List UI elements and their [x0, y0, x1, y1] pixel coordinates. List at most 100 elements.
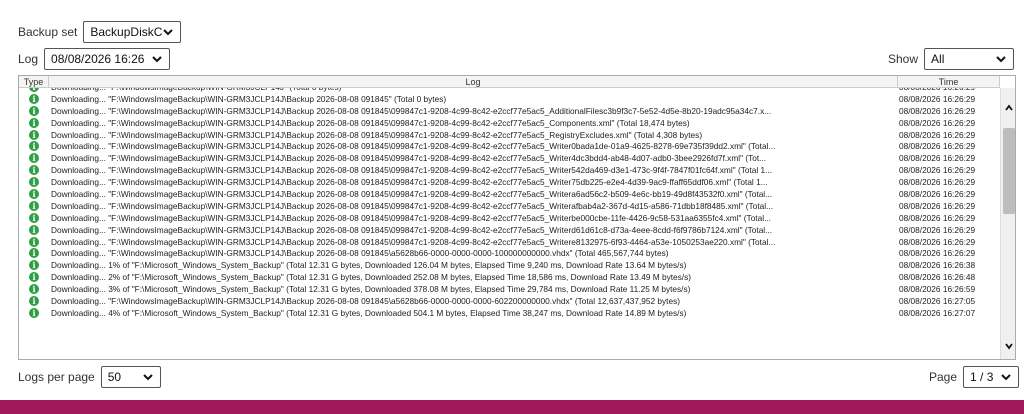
- type-cell: i: [19, 236, 49, 248]
- type-cell: i: [19, 93, 49, 105]
- log-cell: Downloading... "F:\WindowsImageBackup\WI…: [51, 177, 768, 188]
- logs-per-page-value: 50: [107, 370, 122, 384]
- table-row[interactable]: i Downloading... "F:\WindowsImageBackup\W…: [19, 236, 1000, 248]
- log-cell: Downloading... "F:\WindowsImageBackup\WI…: [51, 165, 773, 176]
- type-cell: i: [19, 140, 49, 152]
- type-cell: i: [19, 200, 49, 212]
- table-row[interactable]: i Downloading... "F:\WindowsImageBackup\W…: [19, 176, 1000, 188]
- table-row[interactable]: i Downloading... "F:\WindowsImageBackup\W…: [19, 188, 1000, 200]
- log-cell: Downloading... "F:\WindowsImageBackup\WI…: [51, 200, 774, 211]
- log-cell: Downloading... "F:\WindowsImageBackup\WI…: [51, 295, 681, 306]
- table-row[interactable]: i Downloading... "F:\WindowsImageBackup\W…: [19, 152, 1000, 164]
- time-cell: 08/08/2026 16:26:29: [899, 200, 976, 211]
- log-table: i Downloading... "F:\WindowsImageBackup\W…: [18, 75, 1016, 360]
- scroll-down-arrow-icon[interactable]: [1003, 340, 1015, 352]
- table-row[interactable]: i Downloading... "F:\WindowsImageBackup\W…: [19, 224, 1000, 236]
- time-cell: 08/08/2026 16:26:29: [899, 153, 976, 164]
- type-cell: i: [19, 307, 49, 319]
- info-icon: i: [29, 129, 39, 140]
- backup-set-dropdown[interactable]: BackupDiskC: [83, 21, 182, 43]
- log-cell: Downloading... 1% of "F:\Microsoft_Windo…: [51, 260, 687, 271]
- info-icon: i: [29, 248, 39, 259]
- table-row[interactable]: i Downloading... "F:\WindowsImageBackup\W…: [19, 93, 1000, 105]
- table-row[interactable]: i Downloading... "F:\WindowsImageBackup\W…: [19, 295, 1000, 307]
- table-row[interactable]: i Downloading... "F:\WindowsImageBackup\W…: [19, 117, 1000, 129]
- type-cell: i: [19, 295, 49, 307]
- log-cell: Downloading... "F:\WindowsImageBackup\WI…: [51, 248, 669, 259]
- backup-set-control: Backup set BackupDiskC: [18, 21, 182, 43]
- time-cell: 08/08/2026 16:26:29: [899, 212, 976, 223]
- show-filter-value: All: [931, 52, 945, 66]
- log-cell: Downloading... "F:\WindowsImageBackup\WI…: [51, 188, 773, 199]
- info-icon: i: [29, 188, 39, 199]
- log-cell: Downloading... "F:\WindowsImageBackup\WI…: [51, 212, 771, 223]
- time-cell: 08/08/2026 16:26:29: [899, 188, 976, 199]
- time-cell: 08/08/2026 16:26:59: [899, 284, 976, 295]
- table-row[interactable]: i Downloading... "F:\WindowsImageBackup\W…: [19, 105, 1000, 117]
- time-cell: 08/08/2026 16:26:29: [899, 141, 976, 152]
- info-icon: i: [29, 105, 39, 116]
- time-cell: 08/08/2026 16:26:29: [899, 177, 976, 188]
- backup-set-value: BackupDiskC: [90, 25, 163, 39]
- info-icon: i: [29, 117, 39, 128]
- vertical-scrollbar[interactable]: [1000, 88, 1015, 359]
- show-label: Show: [888, 52, 919, 66]
- info-icon: i: [29, 224, 39, 235]
- log-cell: Downloading... "F:\WindowsImageBackup\WI…: [51, 105, 772, 116]
- log-cell: Downloading... "F:\WindowsImageBackup\WI…: [51, 236, 776, 247]
- time-cell: 08/08/2026 16:27:05: [899, 295, 976, 306]
- info-icon: i: [29, 141, 39, 152]
- type-cell: i: [19, 105, 49, 117]
- log-cell: Downloading... "F:\WindowsImageBackup\WI…: [51, 117, 690, 128]
- type-cell: i: [19, 271, 49, 283]
- chevron-down-icon: [152, 56, 162, 63]
- table-row[interactable]: i Downloading... "F:\WindowsImageBackup\W…: [19, 200, 1000, 212]
- type-cell: i: [19, 259, 49, 271]
- time-cell: 08/08/2026 16:26:29: [899, 224, 976, 235]
- log-table-header: Type Log Time: [19, 76, 1000, 88]
- table-row[interactable]: i Downloading... 2% of "F:\Microsoft_Wind…: [19, 271, 1000, 283]
- type-cell: i: [19, 188, 49, 200]
- type-cell: i: [19, 164, 49, 176]
- logs-per-page-control: Logs per page 50: [18, 366, 161, 388]
- type-cell: i: [19, 176, 49, 188]
- column-header-type[interactable]: Type: [19, 76, 49, 87]
- type-cell: i: [19, 129, 49, 141]
- scroll-up-arrow-icon[interactable]: [1003, 102, 1015, 114]
- table-row[interactable]: i Downloading... "F:\WindowsImageBackup\W…: [19, 212, 1000, 224]
- backup-set-label: Backup set: [18, 25, 78, 39]
- footer-bar: [0, 400, 1024, 414]
- table-row[interactable]: i Downloading... "F:\WindowsImageBackup\W…: [19, 247, 1000, 259]
- info-icon: i: [29, 165, 39, 176]
- page-label: Page: [929, 370, 958, 384]
- time-cell: 08/08/2026 16:26:29: [899, 93, 976, 104]
- table-row[interactable]: i Downloading... "F:\WindowsImageBackup\W…: [19, 164, 1000, 176]
- log-date-dropdown[interactable]: 08/08/2026 16:26: [44, 48, 171, 70]
- show-filter-dropdown[interactable]: All: [924, 48, 1015, 70]
- page-control: Page 1 / 3: [929, 366, 1020, 388]
- logs-per-page-label: Logs per page: [18, 370, 95, 384]
- type-cell: i: [19, 212, 49, 224]
- type-cell: i: [19, 152, 49, 164]
- time-cell: 08/08/2026 16:26:29: [899, 117, 976, 128]
- log-cell: Downloading... "F:\WindowsImageBackup\WI…: [51, 93, 447, 104]
- log-label: Log: [18, 52, 39, 66]
- table-row[interactable]: i Downloading... 4% of "F:\Microsoft_Wind…: [19, 307, 1000, 319]
- table-row[interactable]: i Downloading... 1% of "F:\Microsoft_Wind…: [19, 259, 1000, 271]
- type-cell: i: [19, 117, 49, 129]
- column-header-log[interactable]: Log: [49, 76, 898, 87]
- time-cell: 08/08/2026 16:27:07: [899, 307, 976, 318]
- page-value: 1 / 3: [970, 370, 994, 384]
- page-dropdown[interactable]: 1 / 3: [963, 366, 1020, 388]
- table-row[interactable]: i Downloading... "F:\WindowsImageBackup\W…: [19, 140, 1000, 152]
- time-cell: 08/08/2026 16:26:29: [899, 105, 976, 116]
- show-filter-control: Show All: [888, 48, 1015, 70]
- table-row[interactable]: i Downloading... 3% of "F:\Microsoft_Wind…: [19, 283, 1000, 295]
- logs-per-page-dropdown[interactable]: 50: [100, 366, 161, 388]
- column-header-time[interactable]: Time: [898, 76, 1000, 87]
- log-cell: Downloading... "F:\WindowsImageBackup\WI…: [51, 153, 767, 164]
- type-cell: i: [19, 224, 49, 236]
- info-icon: i: [29, 153, 39, 164]
- scrollbar-thumb[interactable]: [1003, 128, 1015, 214]
- table-row[interactable]: i Downloading... "F:\WindowsImageBackup\W…: [19, 129, 1000, 141]
